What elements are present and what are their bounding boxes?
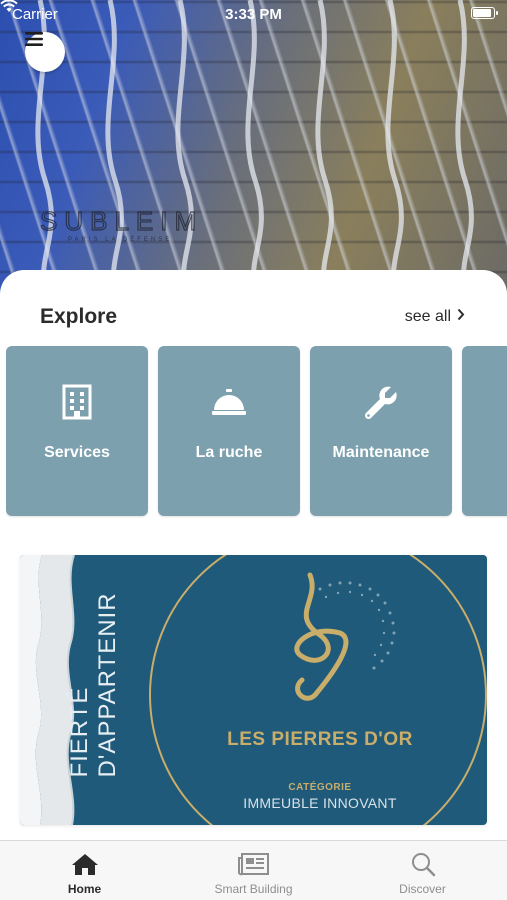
menu-button[interactable] <box>25 32 65 72</box>
tab-label: Smart Building <box>214 882 293 896</box>
home-icon <box>69 851 101 877</box>
tab-label: Home <box>67 882 102 896</box>
banner-category-label: CATÉGORIE <box>288 782 352 793</box>
banner-vertical-line2: D'APPARTENIR <box>94 592 121 778</box>
svg-text:PARIS LA DÉFENSE: PARIS LA DÉFENSE <box>68 236 172 243</box>
award-banner[interactable]: FIERTÉ D'APPARTENIR LES PIERRES D'OR CAT… <box>20 555 487 825</box>
status-bar: Carrier 3:33 PM <box>0 0 507 28</box>
tab-home[interactable]: Home <box>0 841 169 900</box>
bell-icon <box>209 382 249 422</box>
hero-image: Carrier 3:33 PM SUBLEIM PARIS LA DÉFENSE <box>0 0 507 300</box>
tile-label: Services <box>44 444 110 461</box>
building-icon <box>57 382 97 422</box>
newspaper-icon <box>237 851 270 877</box>
banner-vertical-text: FIERTÉ D'APPARTENIR <box>66 592 122 777</box>
banner-title: LES PIERRES D'OR <box>227 729 413 750</box>
tile-partial[interactable] <box>462 346 507 516</box>
tile-la-ruche[interactable]: La ruche <box>158 346 300 516</box>
facade-pattern <box>35 0 474 300</box>
tab-label: Discover <box>399 882 446 896</box>
see-all-label: see all <box>404 308 451 325</box>
tile-maintenance[interactable]: Maintenance <box>310 346 452 516</box>
explore-title: Explore <box>40 305 118 328</box>
wrench-icon <box>361 382 401 422</box>
tile-services[interactable]: Services <box>6 346 148 516</box>
tab-smart-building[interactable]: Smart Building <box>169 841 338 900</box>
content-sheet: Explore see all Services La ruche Mainte… <box>0 270 507 850</box>
explore-carousel[interactable]: Services La ruche Maintenance <box>6 346 507 518</box>
tab-bar: Home Smart Building Discover <box>0 840 507 900</box>
search-icon <box>407 851 439 877</box>
tile-label: Maintenance <box>332 444 430 461</box>
banner-vertical-line1: FIERTÉ <box>66 686 93 778</box>
building-logo: SUBLEIM PARIS LA DÉFENSE <box>40 206 230 246</box>
see-all-link[interactable]: see all <box>405 308 465 326</box>
tile-label: La ruche <box>195 444 263 461</box>
explore-header: Explore see all <box>40 302 465 332</box>
status-time: 3:33 PM <box>225 5 282 23</box>
battery-icon <box>471 7 498 19</box>
banner-category-value: IMMEUBLE INNOVANT <box>243 795 397 811</box>
svg-text:SUBLEIM: SUBLEIM <box>40 206 203 236</box>
chevron-right-icon <box>457 308 465 326</box>
tab-discover[interactable]: Discover <box>338 841 507 900</box>
